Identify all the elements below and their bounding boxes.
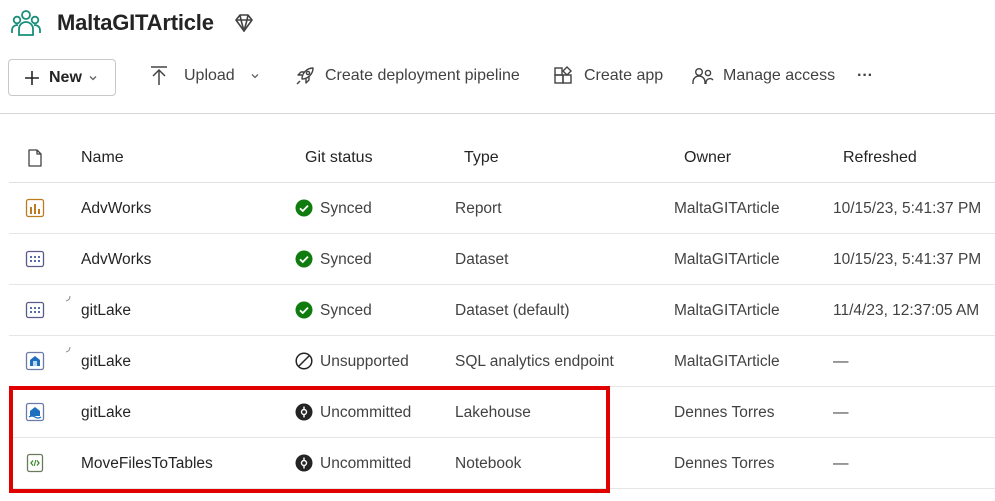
synced-check-icon [295,199,313,217]
unsupported-icon [295,352,313,370]
item-name[interactable]: gitLake [81,404,131,422]
workspace-people-icon [11,10,41,36]
upload-label: Upload [184,67,235,84]
item-type: SQL analytics endpoint [455,353,614,370]
item-owner: MaltaGITArticle [674,251,780,268]
git-status: Unsupported [320,353,409,370]
chevron-down-icon [89,75,97,80]
new-button[interactable]: New [8,59,116,96]
upload-icon [151,66,167,85]
diamond-icon[interactable] [233,12,255,34]
dataset-icon [25,301,45,319]
table-row[interactable]: gitLake Unsupported SQL analytics endpoi… [9,336,995,387]
git-status: Synced [320,302,372,319]
item-refreshed: 10/15/23, 5:41:37 PM [833,251,982,268]
item-owner: MaltaGITArticle [674,200,780,217]
workspace-title: MaltaGITArticle [57,10,214,35]
chevron-down-icon [251,74,259,79]
item-type: Dataset (default) [455,302,570,319]
item-name[interactable]: MoveFilesToTables [81,455,213,473]
item-refreshed: 11/4/23, 12:37:05 AM [833,302,980,319]
people-icon [692,68,714,84]
app-icon [554,66,572,84]
table-row[interactable]: MoveFilesToTables Uncommitted Notebook D… [9,438,995,489]
item-refreshed: 10/15/23, 5:41:37 PM [833,200,982,217]
more-options-label: ··· [857,67,873,84]
item-type: Report [455,200,502,217]
item-name[interactable]: gitLake [81,302,131,320]
child-item-icon [65,346,71,353]
column-header-git-status[interactable]: Git status [305,149,373,167]
create-deployment-pipeline-label: Create deployment pipeline [325,67,520,84]
git-status: Uncommitted [320,404,412,421]
item-refreshed: — [833,404,849,421]
column-header-name[interactable]: Name [81,149,124,167]
lakehouse-icon [25,402,45,422]
table-row[interactable]: gitLake Synced Dataset (default) MaltaGI… [9,285,995,336]
manage-access-label: Manage access [723,67,836,84]
item-owner: MaltaGITArticle [674,353,780,370]
toolbar-divider [0,113,995,114]
item-name[interactable]: AdvWorks [81,200,151,218]
report-icon [25,198,45,218]
create-deployment-pipeline-button[interactable]: Create deployment pipeline [294,56,520,96]
more-options-button[interactable]: ··· [857,56,873,96]
notebook-icon [26,453,44,473]
manage-access-button[interactable]: Manage access [692,56,835,96]
item-name[interactable]: AdvWorks [81,251,151,269]
item-refreshed: — [833,455,849,472]
table-row[interactable]: AdvWorks Synced Dataset MaltaGITArticle … [9,234,995,285]
rocket-icon [296,67,314,85]
item-name[interactable]: gitLake [81,353,131,371]
sql-endpoint-icon [25,351,45,371]
item-type: Notebook [455,455,522,472]
file-type-icon [28,149,42,167]
git-status: Synced [320,200,372,217]
synced-check-icon [295,250,313,268]
create-app-label: Create app [584,67,664,84]
table-header: Name Git status Type Owner Refreshed [9,131,995,183]
item-type: Lakehouse [455,404,531,421]
column-header-refreshed[interactable]: Refreshed [843,149,917,167]
new-button-label: New [49,68,82,86]
column-header-owner[interactable]: Owner [684,149,731,167]
child-item-icon [65,295,71,302]
uncommitted-icon [295,403,313,421]
items-table: Name Git status Type Owner Refreshed Adv… [9,131,995,489]
item-owner: Dennes Torres [674,455,775,472]
dataset-icon [25,250,45,268]
item-type: Dataset [455,251,509,268]
table-row[interactable]: gitLake Uncommitted Lakehouse Dennes Tor… [9,387,995,438]
uncommitted-icon [295,454,313,472]
item-owner: MaltaGITArticle [674,302,780,319]
synced-check-icon [295,301,313,319]
git-status: Uncommitted [320,455,412,472]
plus-icon [25,70,39,85]
git-status: Synced [320,251,372,268]
table-row[interactable]: AdvWorks Synced Report MaltaGITArticle 1… [9,183,995,234]
workspace-header: MaltaGITArticle [0,0,995,50]
create-app-button[interactable]: Create app [553,56,663,96]
toolbar: New Upload Create deployment pipeline Cr… [0,56,995,100]
item-refreshed: — [833,353,849,370]
upload-button[interactable]: Upload [149,56,260,96]
column-header-type[interactable]: Type [464,149,499,167]
item-owner: Dennes Torres [674,404,775,421]
